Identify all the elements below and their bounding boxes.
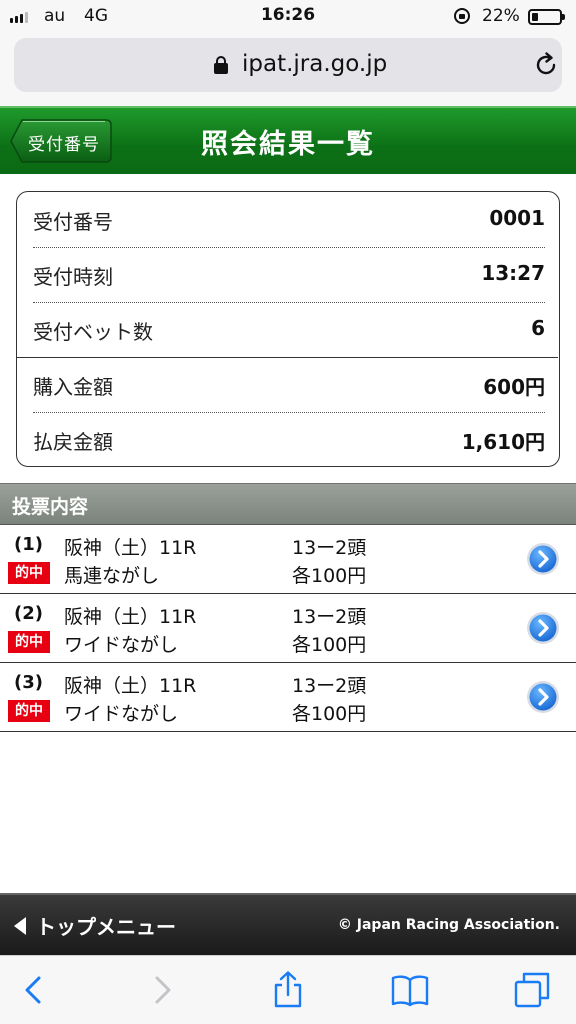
- browser-address-area: ipat.jra.go.jp: [0, 34, 576, 106]
- bet-amount: 各100円: [292, 703, 367, 725]
- tabs-icon[interactable]: [512, 970, 552, 1010]
- browser-toolbar: [0, 955, 576, 1024]
- rotation-lock-icon: [454, 8, 470, 24]
- back-chevron-icon[interactable]: [14, 970, 54, 1010]
- summary-label: 購入金額: [33, 375, 113, 399]
- footer-bar: トップメニュー © Japan Racing Association.: [0, 893, 576, 955]
- section-header: 投票内容: [0, 483, 576, 525]
- bet-combination: 13ー2頭: [292, 606, 367, 628]
- bet-number: (2): [14, 603, 43, 624]
- bet-type: ワイドながし: [64, 634, 179, 656]
- page-title: 照会結果一覧: [201, 129, 375, 160]
- bet-row[interactable]: (1) 阪神（土）11R 13ー2頭 的中 馬連ながし 各100円: [0, 525, 576, 594]
- url-bar[interactable]: ipat.jra.go.jp: [14, 38, 562, 92]
- bookmarks-icon[interactable]: [390, 970, 430, 1010]
- summary-value: 1,610円: [461, 430, 545, 454]
- chevron-right-icon[interactable]: [526, 542, 560, 576]
- bet-number: (3): [14, 672, 43, 693]
- chevron-right-icon[interactable]: [526, 680, 560, 714]
- chevron-right-icon[interactable]: [526, 611, 560, 645]
- status-bar: au 4G 16:26 22%: [0, 0, 576, 34]
- summary-row: 購入金額 600円: [33, 357, 545, 412]
- summary-row: 受付ベット数 6: [33, 302, 545, 357]
- url-text: ipat.jra.go.jp: [242, 51, 388, 77]
- summary-value: 6: [531, 316, 545, 340]
- summary-row: 受付番号 0001: [33, 192, 545, 247]
- lock-icon: [214, 56, 228, 74]
- bet-row[interactable]: (3) 阪神（土）11R 13ー2頭 的中 ワイドながし 各100円: [0, 663, 576, 732]
- reload-icon[interactable]: [534, 52, 560, 78]
- app-header: 受付番号 照会結果一覧: [0, 106, 576, 174]
- summary-label: 払戻金額: [33, 430, 113, 454]
- forward-chevron-icon[interactable]: [142, 970, 182, 1010]
- summary-row: 払戻金額 1,610円: [33, 412, 545, 467]
- battery-icon: [528, 9, 565, 25]
- summary-value: 0001: [489, 206, 545, 230]
- hit-badge: 的中: [8, 562, 50, 584]
- share-icon[interactable]: [268, 970, 308, 1010]
- battery-level: [532, 13, 538, 21]
- summary-label: 受付ベット数: [33, 320, 153, 344]
- bet-race: 阪神（土）11R: [64, 537, 197, 559]
- summary-value: 600円: [483, 375, 545, 399]
- top-menu-label: トップメニュー: [36, 915, 176, 939]
- section-title: 投票内容: [12, 496, 89, 518]
- bet-race: 阪神（土）11R: [64, 606, 197, 628]
- bet-combination: 13ー2頭: [292, 675, 367, 697]
- bet-number: (1): [14, 534, 43, 555]
- summary-card: 受付番号 0001 受付時刻 13:27 受付ベット数 6 購入金額 600円 …: [16, 191, 560, 467]
- copyright-text: © Japan Racing Association.: [337, 917, 560, 933]
- bet-row[interactable]: (2) 阪神（土）11R 13ー2頭 的中 ワイドながし 各100円: [0, 594, 576, 663]
- triangle-left-icon: [14, 917, 26, 935]
- bet-amount: 各100円: [292, 565, 367, 587]
- bet-type: ワイドながし: [64, 703, 179, 725]
- bet-race: 阪神（土）11R: [64, 675, 197, 697]
- summary-value: 13:27: [481, 261, 545, 285]
- summary-label: 受付番号: [33, 210, 113, 234]
- battery-percent: 22%: [482, 6, 520, 26]
- bet-amount: 各100円: [292, 634, 367, 656]
- hit-badge: 的中: [8, 631, 50, 653]
- hit-badge: 的中: [8, 700, 50, 722]
- summary-row: 受付時刻 13:27: [33, 247, 545, 302]
- summary-label: 受付時刻: [33, 265, 113, 289]
- bet-combination: 13ー2頭: [292, 537, 367, 559]
- bet-type: 馬連ながし: [64, 565, 160, 587]
